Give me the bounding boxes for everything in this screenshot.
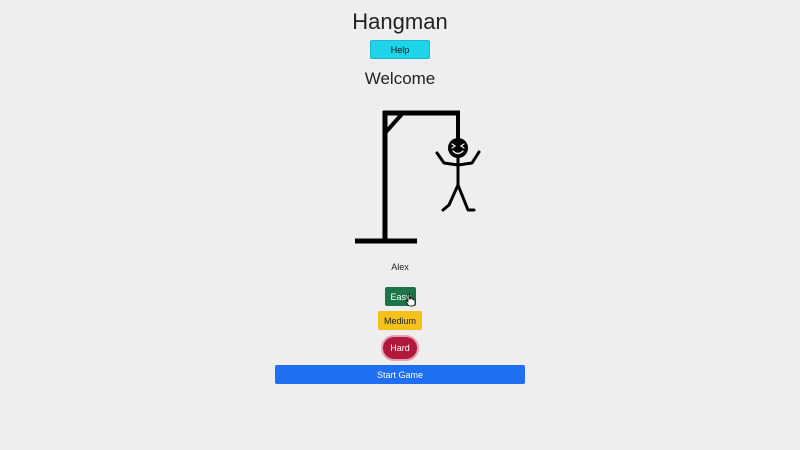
hand-pointer-icon bbox=[405, 293, 416, 307]
hangman-gallows-icon bbox=[355, 110, 481, 244]
player-name: Alex bbox=[391, 262, 409, 272]
help-button[interactable]: Help bbox=[370, 40, 430, 59]
hangman-page: Hangman Help Welcome Alex Easy Medium Ha… bbox=[0, 0, 800, 450]
hard-button[interactable]: Hard bbox=[381, 335, 419, 361]
page-title: Hangman bbox=[352, 9, 448, 34]
start-game-button[interactable]: Start Game bbox=[275, 365, 525, 384]
medium-button[interactable]: Medium bbox=[378, 311, 422, 330]
welcome-heading: Welcome bbox=[364, 69, 436, 88]
